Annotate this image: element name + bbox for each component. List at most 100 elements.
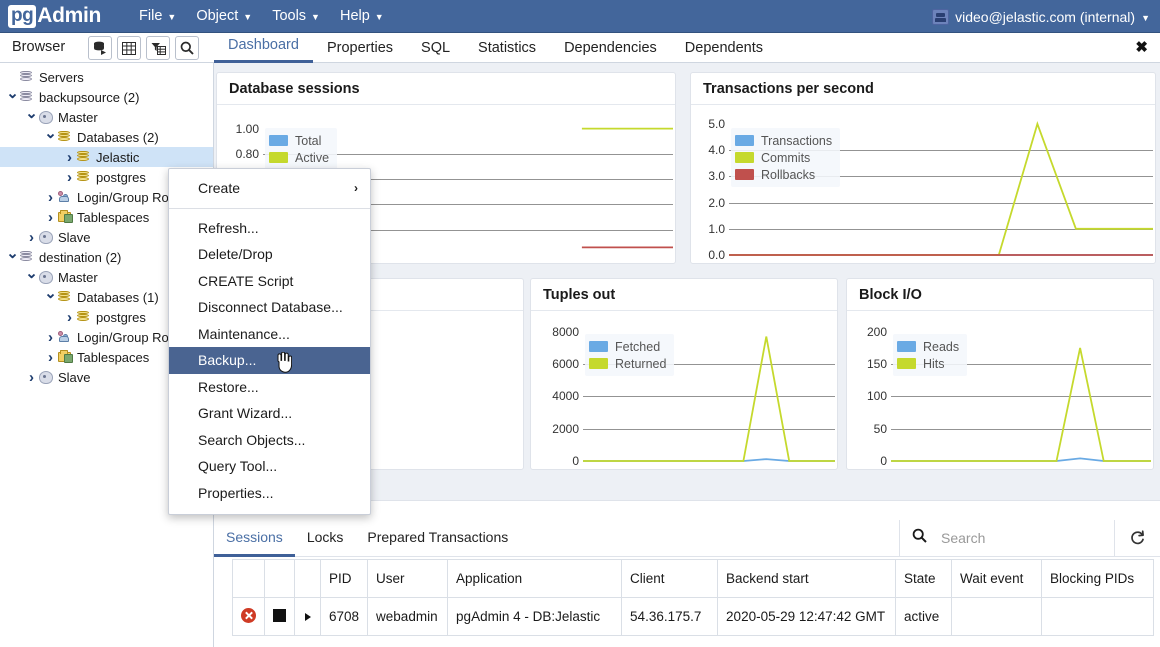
context-menu-item-label: Grant Wizard... (198, 405, 293, 421)
filtered-rows-icon[interactable] (146, 36, 170, 60)
col-backend-start: Backend start (717, 559, 897, 598)
databases-icon (57, 290, 74, 305)
context-menu-item-label: Query Tool... (198, 458, 278, 474)
context-menu-item-label: Disconnect Database... (198, 299, 343, 315)
tree-toggle-icon[interactable] (44, 189, 57, 206)
legend-swatch (735, 152, 754, 163)
tree-toggle-icon[interactable] (44, 329, 57, 346)
table-row[interactable]: 6708 webadmin pgAdmin 4 - DB:Jelastic 54… (232, 597, 1155, 636)
context-menu-item-disconnect-database[interactable]: Disconnect Database... (169, 294, 370, 321)
tab-properties[interactable]: Properties (313, 40, 407, 63)
browser-toolbar-row: Browser Dashboard Properties SQL Statist… (0, 33, 1160, 63)
tab-sql[interactable]: SQL (407, 40, 464, 63)
menu-object[interactable]: Object ▼ (186, 4, 262, 28)
legend-entry[interactable]: Commits (735, 149, 832, 166)
tree-item-label: Login/Group Ro (77, 329, 169, 345)
postgres-server-icon (38, 110, 55, 125)
tab-prepared-transactions[interactable]: Prepared Transactions (355, 520, 520, 557)
legend-entry[interactable]: Reads (897, 338, 959, 355)
legend-entry[interactable]: Total (269, 132, 329, 149)
legend-label: Transactions (761, 133, 833, 148)
chart-title-transactions-per-second: Transactions per second (691, 73, 1155, 105)
tree-toggle-icon[interactable] (44, 288, 57, 306)
view-data-icon[interactable] (117, 36, 141, 60)
chart-legend: Transactions Commits Rollbacks (731, 128, 841, 187)
chart-card-transactions-per-second: Transactions per second 5.0 4.0 3.0 2.0 1.0 0… (690, 72, 1156, 264)
context-menu-item-restore[interactable]: Restore... (169, 374, 370, 401)
legend-entry[interactable]: Transactions (735, 132, 832, 149)
legend-entry[interactable]: Hits (897, 355, 959, 372)
tree-toggle-icon[interactable] (6, 248, 19, 266)
tree-toggle-icon[interactable] (44, 349, 57, 366)
context-menu-item-backup[interactable]: Backup... (169, 347, 370, 374)
context-menu-item-delete-drop[interactable]: Delete/Drop (169, 241, 370, 268)
context-menu-item-query-tool[interactable]: Query Tool... (169, 453, 370, 480)
tab-dashboard[interactable]: Dashboard (214, 37, 313, 63)
tree-item-databases-2[interactable]: Databases (2) (0, 127, 213, 147)
legend-label: Returned (615, 356, 667, 371)
cancel-query-icon[interactable] (264, 597, 295, 636)
context-menu-item-refresh[interactable]: Refresh... (169, 215, 370, 242)
menu-help-label: Help (339, 8, 370, 24)
cell-pid: 6708 (319, 597, 369, 636)
tab-dependencies[interactable]: Dependencies (550, 40, 671, 63)
terminate-session-icon[interactable] (232, 597, 265, 636)
legend-entry[interactable]: Active (269, 149, 329, 166)
tree-item-backupsource-2[interactable]: backupsource (2) (0, 87, 213, 107)
tree-toggle-icon[interactable] (44, 209, 57, 226)
col-expand (294, 559, 321, 598)
close-icon[interactable]: ✖ (1135, 38, 1148, 56)
tree-toggle-icon[interactable] (25, 108, 38, 126)
col-cancel (264, 559, 295, 598)
context-menu-item-grant-wizard[interactable]: Grant Wizard... (169, 400, 370, 427)
user-menu[interactable]: video@jelastic.com (internal) ▼ (932, 0, 1150, 33)
legend-entry[interactable]: Rollbacks (735, 166, 832, 183)
tab-locks[interactable]: Locks (295, 520, 356, 557)
logo-admin-text: Admin (37, 4, 102, 27)
menu-tools[interactable]: Tools ▼ (262, 4, 330, 28)
tree-toggle-icon[interactable] (6, 88, 19, 106)
tree-toggle-icon[interactable] (63, 309, 76, 326)
tree-item-label: Tablespaces (77, 209, 150, 225)
chart-card-tuples-out: Tuples out 8000 6000 4000 2000 0 Fetched Retur… (530, 278, 838, 470)
tree-toggle-icon[interactable] (63, 169, 76, 186)
legend-entry[interactable]: Returned (589, 355, 666, 372)
context-menu-item-label: Backup... (198, 352, 257, 368)
chevron-down-icon: ▼ (374, 12, 384, 22)
tab-statistics[interactable]: Statistics (464, 40, 550, 63)
chevron-down-icon: ▼ (243, 12, 253, 22)
context-menu-item-label: CREATE Script (198, 272, 294, 289)
context-menu-item-create[interactable]: Create › (169, 175, 370, 202)
tab-sessions[interactable]: Sessions (214, 520, 295, 557)
menu-file[interactable]: File ▼ (129, 4, 186, 28)
search-icon (912, 528, 927, 548)
tab-dependents[interactable]: Dependents (671, 40, 777, 63)
search-input[interactable] (939, 529, 1089, 547)
context-menu-item-maintenance[interactable]: Maintenance... (169, 321, 370, 348)
refresh-icon[interactable] (1114, 520, 1160, 556)
menu-help[interactable]: Help ▼ (330, 4, 394, 28)
context-menu-item-label: Delete/Drop (198, 246, 273, 262)
tree-toggle-icon[interactable] (25, 369, 38, 386)
tree-item-label: Slave (58, 229, 91, 245)
col-blocking-pids: Blocking PIDs (1041, 559, 1155, 598)
context-menu-item-search-objects[interactable]: Search Objects... (169, 427, 370, 454)
tree-toggle-icon[interactable] (44, 128, 57, 146)
context-menu-item-properties[interactable]: Properties... (169, 480, 370, 507)
tree-toggle-icon[interactable] (63, 149, 76, 166)
tree-item-servers[interactable]: Servers (0, 67, 213, 87)
query-tool-icon[interactable] (88, 36, 112, 60)
login-roles-icon (57, 330, 74, 345)
chevron-right-icon: › (354, 181, 358, 195)
tree-item-label: Databases (1) (77, 289, 159, 305)
search-objects-icon[interactable] (175, 36, 199, 60)
tree-toggle-icon[interactable] (25, 229, 38, 246)
tree-item-jelastic[interactable]: Jelastic (0, 147, 213, 167)
legend-entry[interactable]: Fetched (589, 338, 666, 355)
tree-item-master[interactable]: Master (0, 107, 213, 127)
tree-toggle-icon[interactable] (25, 268, 38, 286)
context-menu[interactable]: Create › Refresh... Delete/Drop CREATE Scrip… (168, 168, 371, 515)
context-menu-item-create-script[interactable]: CREATE Script (169, 268, 370, 295)
legend-label: Active (295, 150, 330, 165)
expand-row-icon[interactable] (294, 597, 321, 636)
